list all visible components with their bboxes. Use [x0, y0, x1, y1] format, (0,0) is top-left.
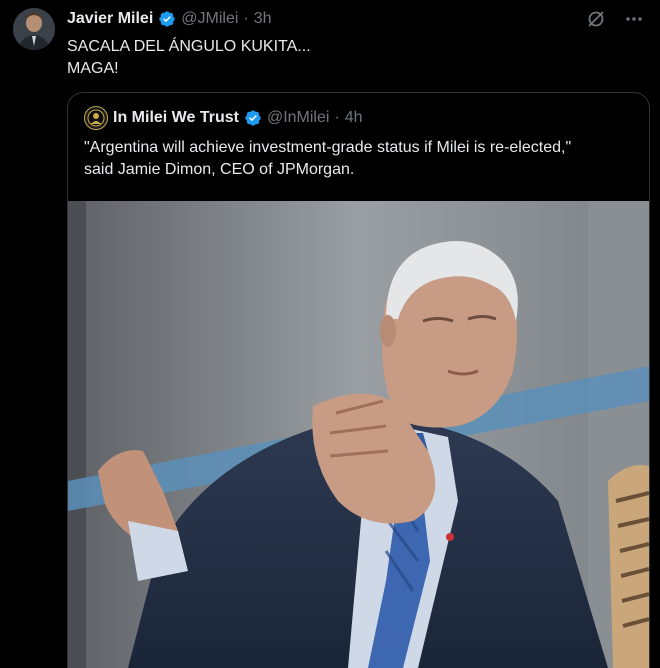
quoted-tweet-image[interactable]	[68, 201, 649, 668]
grok-icon[interactable]	[586, 9, 606, 29]
quoted-tweet-text: "Argentina will achieve investment-grade…	[84, 139, 572, 178]
tweet-timestamp[interactable]: 3h	[254, 10, 272, 28]
verified-badge-icon	[159, 11, 175, 27]
quoted-tweet-header: In Milei We Trust @InMilei · 4h	[84, 106, 363, 130]
separator-dot: ·	[243, 10, 249, 27]
tweet-text: SACALA DEL ÁNGULO KUKITA... MAGA!	[67, 38, 311, 77]
quoted-tweet[interactable]: In Milei We Trust @InMilei · 4h "Argenti…	[67, 92, 650, 668]
quoted-timestamp[interactable]: 4h	[345, 109, 363, 127]
verified-badge-icon	[245, 110, 261, 126]
quoted-author-name[interactable]: In Milei We Trust	[113, 109, 239, 127]
author-avatar[interactable]	[13, 8, 55, 50]
quoted-author-avatar[interactable]	[84, 106, 108, 130]
tweet-actions	[586, 9, 644, 29]
author-handle[interactable]: @JMilei	[181, 10, 238, 28]
quoted-author-handle[interactable]: @InMilei	[267, 109, 329, 127]
more-icon[interactable]	[624, 9, 644, 29]
author-name[interactable]: Javier Milei	[67, 10, 153, 28]
tweet-header: Javier Milei @JMilei · 3h	[67, 8, 272, 30]
tweet[interactable]: Javier Milei @JMilei · 3h SACALA DEL ÁNG…	[0, 0, 660, 668]
separator-dot: ·	[334, 109, 340, 126]
